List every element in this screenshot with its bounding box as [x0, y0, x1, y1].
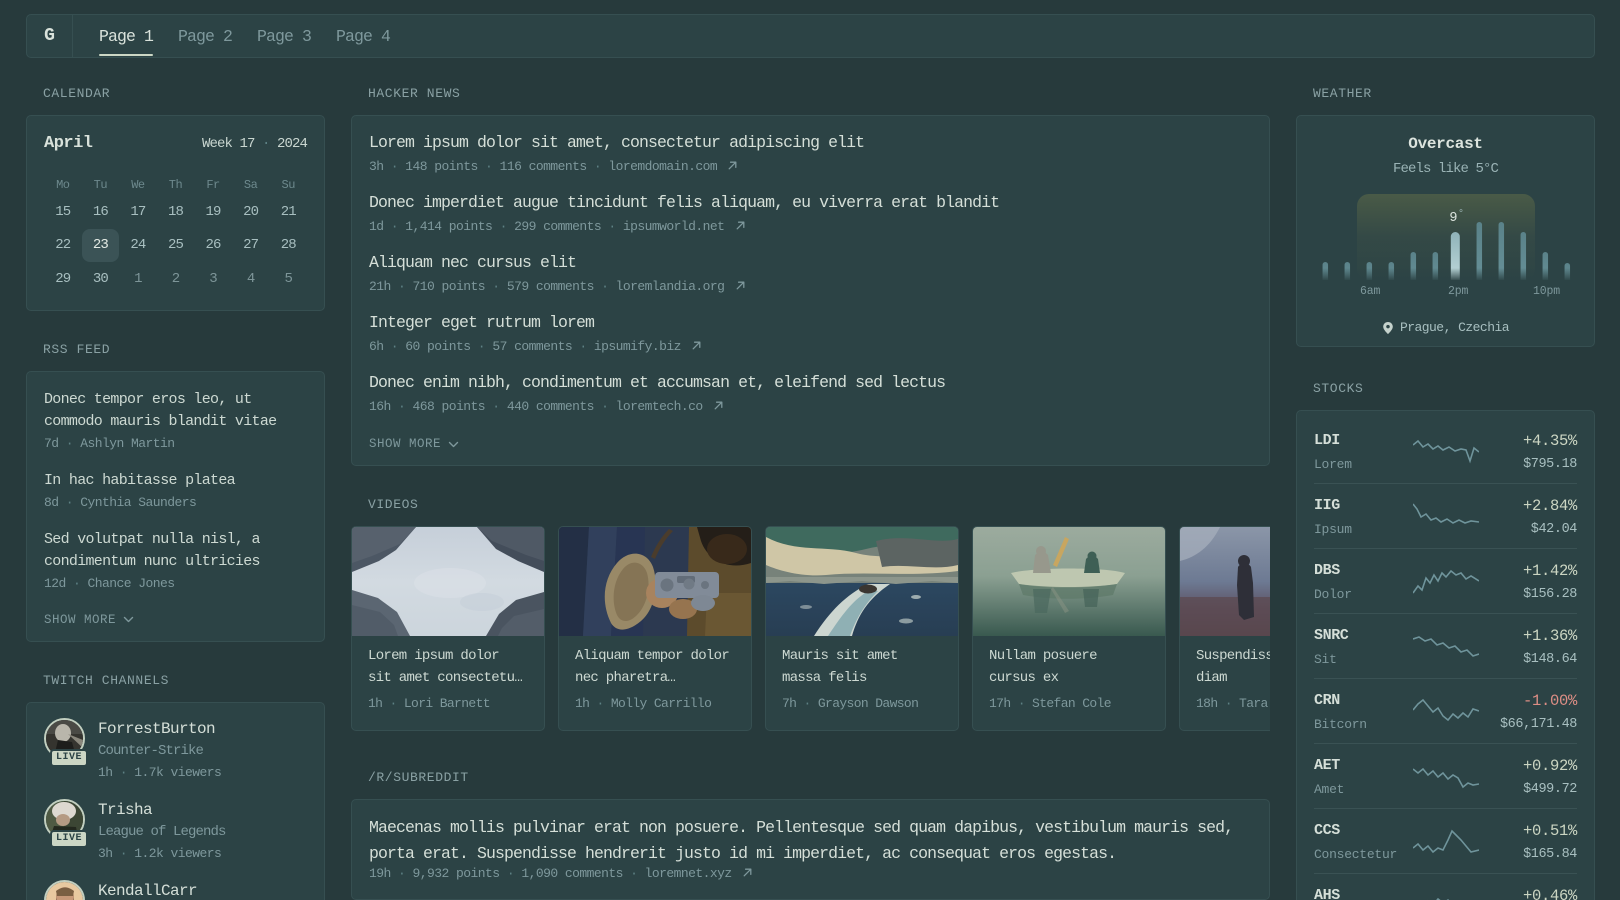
svg-text:°: ° — [1458, 208, 1464, 220]
svg-text:9: 9 — [1449, 211, 1457, 226]
